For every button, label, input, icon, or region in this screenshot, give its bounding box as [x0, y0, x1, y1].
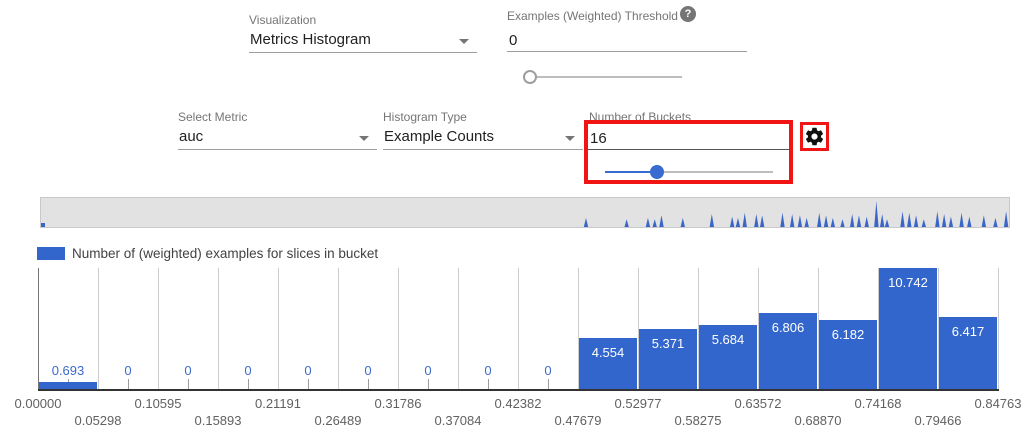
bar-value-label: 5.371	[638, 336, 698, 351]
bar-value-label: 0	[218, 363, 278, 378]
x-axis-tick-label: 0.52977	[603, 396, 673, 411]
bar-value-label: 0	[158, 363, 218, 378]
metrics-histogram-chart: 0.693000000004.5545.3715.6846.8066.18210…	[0, 0, 1024, 432]
x-axis-tick-label: 0.84763	[963, 396, 1024, 411]
x-axis-tick-label: 0.63572	[723, 396, 793, 411]
bar-value-label: 0	[398, 363, 458, 378]
bar-value-label: 0	[458, 363, 518, 378]
bar-value-label: 6.806	[758, 320, 818, 335]
x-axis-tick-label: 0.58275	[663, 413, 733, 428]
x-axis-tick-label: 0.68870	[783, 413, 853, 428]
x-axis-line	[38, 389, 999, 391]
value-leader-line	[68, 379, 69, 382]
bar-value-label: 4.554	[578, 345, 638, 360]
x-axis-tick-label: 0.15893	[183, 413, 253, 428]
x-axis-tick-label: 0.00000	[3, 396, 73, 411]
x-axis-tick-label: 0.74168	[843, 396, 913, 411]
bar-value-label: 6.417	[938, 324, 998, 339]
x-axis-tick-label: 0.79466	[903, 413, 973, 428]
gridline	[998, 268, 999, 390]
x-axis-tick-label: 0.10595	[123, 396, 193, 411]
x-axis-tick-label: 0.37084	[423, 413, 493, 428]
bar-value-label: 0.693	[38, 363, 98, 378]
bar-value-label: 6.182	[818, 327, 878, 342]
bar-value-label: 5.684	[698, 332, 758, 347]
bar-value-label: 0	[98, 363, 158, 378]
x-axis-tick-label: 0.47679	[543, 413, 613, 428]
bar-value-label: 0	[338, 363, 398, 378]
x-axis-tick-label: 0.26489	[303, 413, 373, 428]
metrics-histogram-page: { "controls": { "visualization": { "labe…	[0, 0, 1024, 432]
bar-value-label: 0	[278, 363, 338, 378]
x-axis-tick-label: 0.21191	[243, 396, 313, 411]
x-axis-tick-label: 0.05298	[63, 413, 133, 428]
bar-value-label: 10.742	[878, 275, 938, 290]
x-axis-tick-label: 0.42382	[483, 396, 553, 411]
x-axis-tick-label: 0.31786	[363, 396, 433, 411]
bar-value-label: 0	[518, 363, 578, 378]
